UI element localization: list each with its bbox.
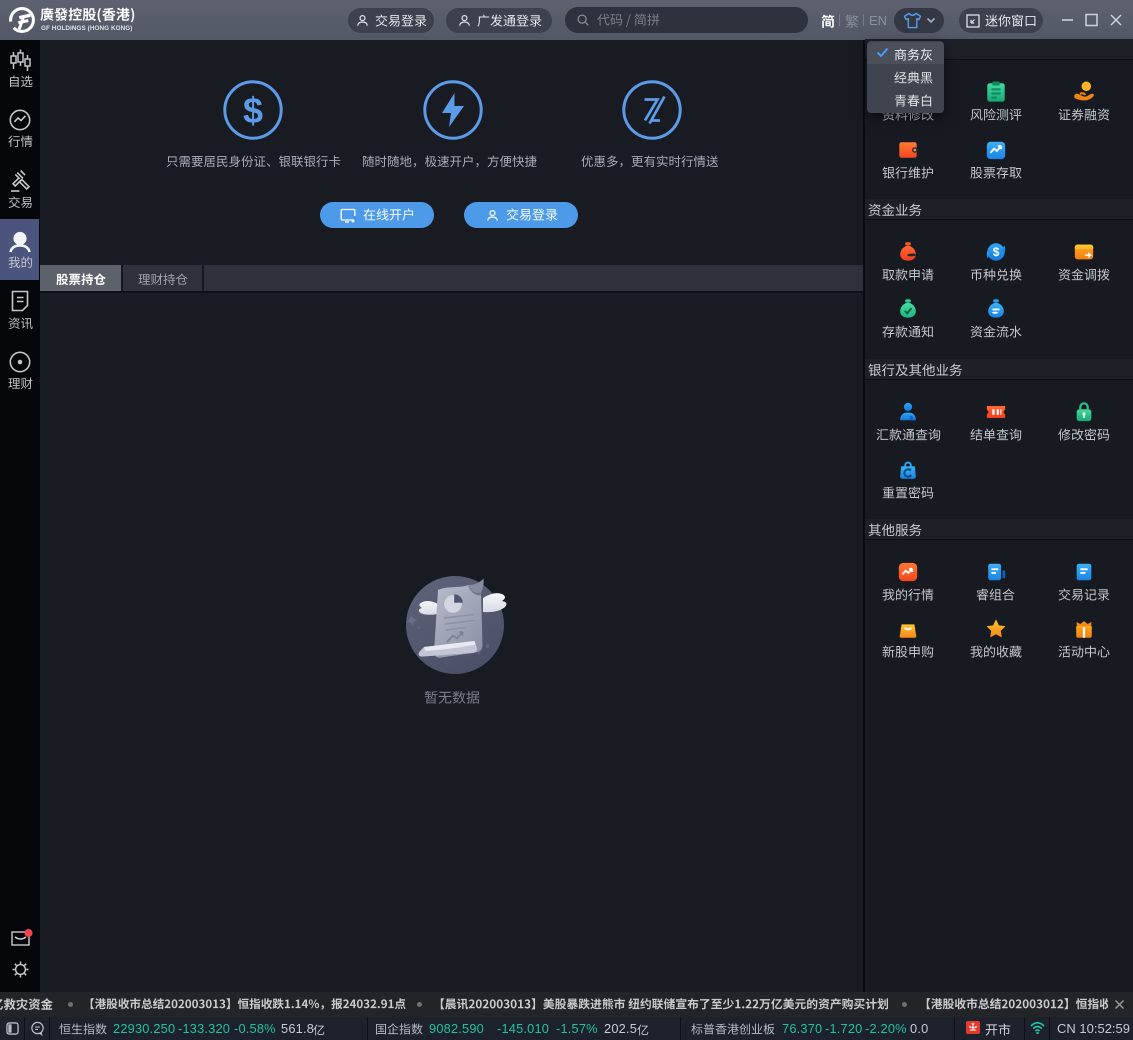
svg-text:$: $ <box>993 245 1000 259</box>
svg-text:$: $ <box>243 90 263 131</box>
